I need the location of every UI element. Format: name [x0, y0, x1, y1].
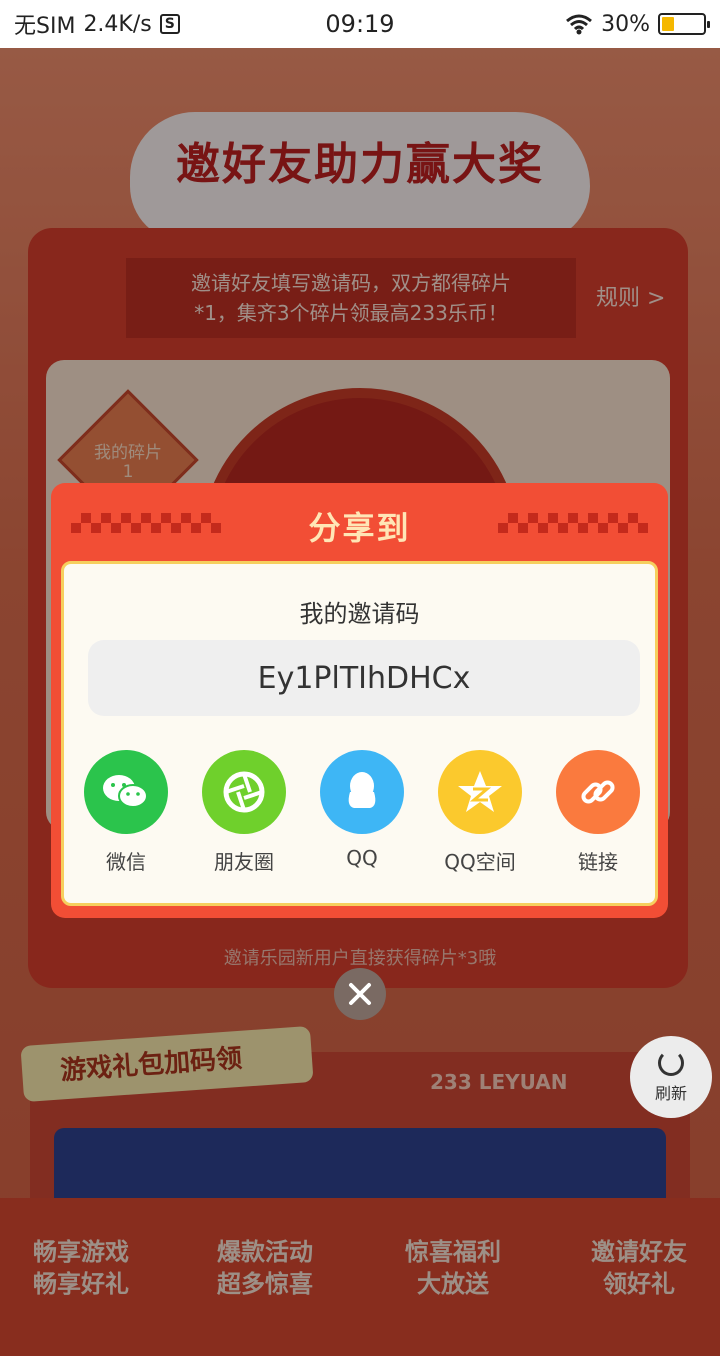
- share-link-label: 链接: [578, 850, 618, 874]
- sim-s-icon: S: [159, 14, 180, 34]
- wifi-icon: [566, 14, 593, 35]
- share-wechat-label: 微信: [106, 850, 146, 874]
- qzone-icon: [438, 750, 522, 834]
- close-button[interactable]: [334, 968, 386, 1020]
- share-qq-label: QQ: [346, 846, 378, 870]
- share-modal: 分享到 我的邀请码 Ey1PlTIhDHCx 微信 朋友圈 QQ QQ空间 链接: [51, 483, 668, 918]
- battery-icon: [658, 13, 710, 35]
- share-moments-label: 朋友圈: [214, 850, 274, 874]
- wechat-icon: [84, 750, 168, 834]
- battery-percent: 30%: [601, 11, 650, 37]
- status-left: 无SIM 2.4K/s S: [14, 8, 180, 40]
- invite-code-box[interactable]: Ey1PlTIhDHCx: [88, 640, 640, 716]
- share-qzone-label: QQ空间: [444, 850, 516, 874]
- share-link[interactable]: 链接: [548, 750, 648, 875]
- close-icon: [349, 983, 371, 1005]
- link-icon: [556, 750, 640, 834]
- share-qzone[interactable]: QQ空间: [430, 750, 530, 875]
- modal-title: 分享到: [308, 509, 411, 547]
- refresh-icon: [658, 1050, 684, 1076]
- qq-icon: [320, 750, 404, 834]
- carrier-label: 无SIM: [14, 14, 76, 39]
- status-bar: 无SIM 2.4K/s S 09:19 30%: [0, 0, 720, 48]
- refresh-label: 刷新: [654, 1084, 687, 1103]
- refresh-button[interactable]: 刷新: [630, 1036, 712, 1118]
- network-speed: 2.4K/s: [83, 11, 152, 37]
- invite-code-label: 我的邀请码: [299, 600, 420, 628]
- share-wechat[interactable]: 微信: [76, 750, 176, 875]
- modal-content: 我的邀请码 Ey1PlTIhDHCx 微信 朋友圈 QQ QQ空间 链接: [61, 561, 658, 906]
- status-right: 30%: [565, 11, 710, 37]
- moments-icon: [202, 750, 286, 834]
- share-qq[interactable]: QQ: [312, 750, 412, 870]
- share-moments[interactable]: 朋友圈: [194, 750, 294, 875]
- battery-fill: [662, 17, 674, 31]
